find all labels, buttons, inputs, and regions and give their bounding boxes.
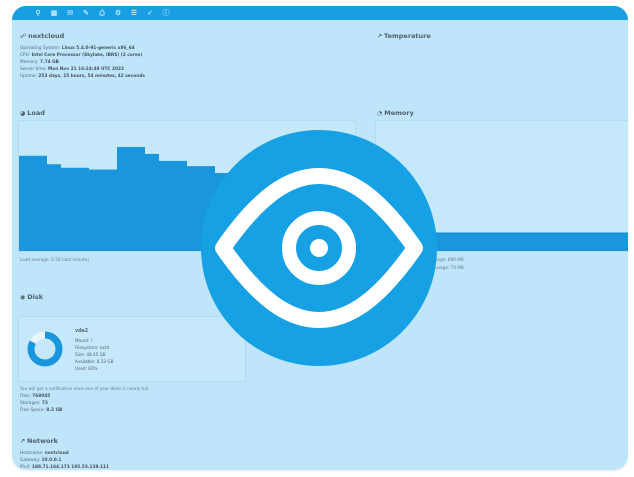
top-toolbar: ⚲ ▦ ✉ ✎ ⎙ ⚙ ☰ ✓ ⓘ bbox=[12, 6, 628, 20]
gear-icon[interactable]: ⚙ bbox=[114, 9, 122, 17]
calendar-icon[interactable]: ▦ bbox=[50, 9, 58, 17]
info-icon[interactable]: ⓘ bbox=[162, 9, 170, 17]
disk-icon: ◉ bbox=[20, 294, 26, 301]
os-value: Linux 5.4.0-91-generic x86_64 bbox=[61, 46, 135, 51]
server-time-label: Server time: bbox=[20, 67, 47, 72]
system-title-text: nextcloud bbox=[28, 32, 65, 40]
temperature-title-text: Temperature bbox=[384, 32, 431, 40]
hostname-value: nextcloud bbox=[44, 451, 69, 456]
list-icon[interactable]: ☰ bbox=[130, 9, 138, 17]
app-frame: ⚲ ▦ ✉ ✎ ⎙ ⚙ ☰ ✓ ⓘ ☍ nextcloud Operating S… bbox=[0, 0, 634, 477]
disk-device: vda2 bbox=[75, 329, 89, 334]
disk-used: Used: 83% bbox=[75, 366, 98, 371]
temperature-section-title: ↗ Temperature bbox=[377, 32, 431, 40]
mail-icon[interactable]: ✉ bbox=[66, 9, 74, 17]
os-label: Operating System: bbox=[20, 46, 61, 51]
disk-usage-donut bbox=[27, 331, 63, 367]
system-section-title: ☍ nextcloud bbox=[20, 32, 64, 40]
free-space-label: Free Space: bbox=[20, 408, 46, 413]
files-value: 768045 bbox=[32, 394, 51, 399]
files-label: Files: bbox=[20, 394, 31, 399]
memory-section-title: ◔ Memory bbox=[377, 109, 414, 117]
uptime-line: Uptime: 253 days, 15 hours, 54 minutes, … bbox=[20, 74, 145, 79]
files-line: Files: 768045 bbox=[20, 394, 50, 399]
eye-overlay-circle bbox=[201, 130, 437, 366]
storages-line: Storages: 73 bbox=[20, 401, 48, 406]
server-time-value: Mon Nov 21 16:24:49 UTC 2022 bbox=[48, 67, 125, 72]
disk-available: Available: 8.23 GB bbox=[75, 359, 114, 364]
thermometer-icon: ↗ bbox=[377, 33, 383, 40]
disk-filesystem: Filesystem: ext4 bbox=[75, 345, 110, 350]
print-icon[interactable]: ⎙ bbox=[98, 9, 106, 17]
search-icon[interactable]: ⚲ bbox=[34, 9, 42, 17]
cpu-value: Intel Core Processor (Skylake, IBRS) (2 … bbox=[31, 53, 143, 58]
edit-icon[interactable]: ✎ bbox=[82, 9, 90, 17]
memory-label: Memory: bbox=[20, 60, 39, 65]
network-icon: ↗ bbox=[20, 438, 26, 445]
disk-mount: Mount: / bbox=[75, 338, 93, 343]
storages-value: 73 bbox=[41, 401, 48, 406]
cpu-info-line: CPU: Intel Core Processor (Skylake, IBRS… bbox=[20, 53, 142, 58]
hostname-line: Hostname: nextcloud bbox=[20, 451, 69, 456]
free-space-value: 8.2 GB bbox=[46, 408, 63, 413]
gateway-line: Gateway: 10.0.0.1 bbox=[20, 458, 61, 463]
load-average-text: Load average: 0.58 (last minute) bbox=[20, 257, 89, 262]
gauge-icon: ◕ bbox=[20, 110, 26, 117]
disk-size: Size: 48.45 GB bbox=[75, 352, 106, 357]
load-title-text: Load bbox=[27, 109, 45, 117]
server-icon: ☍ bbox=[20, 33, 27, 40]
memory-icon: ◔ bbox=[377, 110, 383, 117]
disk-title-text: Disk bbox=[27, 293, 44, 301]
uptime-value: 253 days, 15 hours, 54 minutes, 42 secon… bbox=[38, 74, 145, 79]
hostname-label: Hostname: bbox=[20, 451, 44, 456]
gateway-value: 10.0.0.1 bbox=[41, 458, 62, 463]
os-info-line: Operating System: Linux 5.4.0-91-generic… bbox=[20, 46, 135, 51]
disk-section-title: ◉ Disk bbox=[20, 293, 43, 301]
memory-title-text: Memory bbox=[384, 109, 414, 117]
network-section-title: ↗ Network bbox=[20, 437, 58, 445]
storages-label: Storages: bbox=[20, 401, 41, 406]
eye-icon bbox=[215, 168, 423, 328]
cpu-label: CPU: bbox=[20, 53, 31, 58]
ip-value: 188.71.164.173 185.53.139.111 bbox=[31, 465, 110, 470]
uptime-label: Uptime: bbox=[20, 74, 38, 79]
ip-label: IPv4: bbox=[20, 465, 31, 470]
disk-notice: You will get a notification once one of … bbox=[20, 386, 150, 391]
check-icon[interactable]: ✓ bbox=[146, 9, 154, 17]
ip-line: IPv4: 188.71.164.173 185.53.139.111 bbox=[20, 465, 109, 470]
server-time-line: Server time: Mon Nov 21 16:24:49 UTC 202… bbox=[20, 67, 124, 72]
gateway-label: Gateway: bbox=[20, 458, 41, 463]
memory-info-line: Memory: 7.74 GB bbox=[20, 60, 59, 65]
network-title-text: Network bbox=[27, 437, 58, 445]
load-section-title: ◕ Load bbox=[20, 109, 45, 117]
free-space-line: Free Space: 8.2 GB bbox=[20, 408, 62, 413]
memory-value: 7.74 GB bbox=[40, 60, 59, 65]
